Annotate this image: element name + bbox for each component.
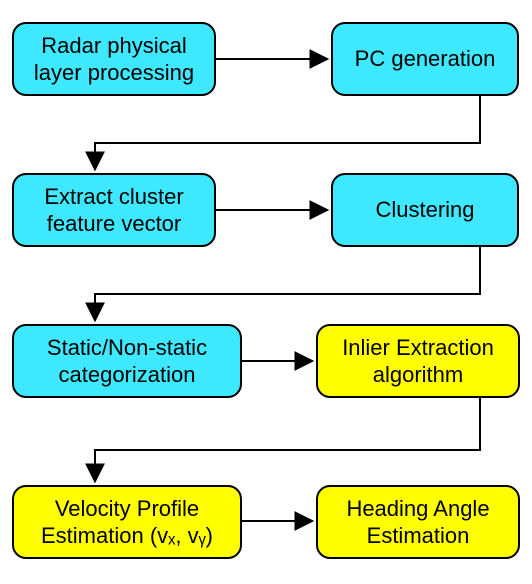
node-heading: Heading Angle Estimation [316, 485, 520, 559]
node-label: PC generation [355, 45, 496, 73]
node-radar: Radar physical layer processing [12, 22, 216, 96]
node-inlier: Inlier Extraction algorithm [316, 324, 520, 398]
node-cluster: Clustering [331, 173, 519, 247]
node-velocity: Velocity Profile Estimation (vₓ, vᵧ) [12, 485, 242, 559]
node-label: Inlier Extraction algorithm [334, 334, 502, 389]
node-static: Static/Non-static categorization [12, 324, 242, 398]
node-label: Static/Non-static categorization [30, 334, 224, 389]
node-pcgen: PC generation [331, 22, 519, 96]
node-label: Clustering [375, 196, 474, 224]
node-label: Radar physical layer processing [30, 32, 198, 87]
node-label: Extract cluster feature vector [30, 183, 198, 238]
node-label: Heading Angle Estimation [334, 495, 502, 550]
node-extract: Extract cluster feature vector [12, 173, 216, 247]
flowchart: Radar physical layer processing PC gener… [0, 0, 532, 584]
node-label: Velocity Profile Estimation (vₓ, vᵧ) [30, 495, 224, 550]
